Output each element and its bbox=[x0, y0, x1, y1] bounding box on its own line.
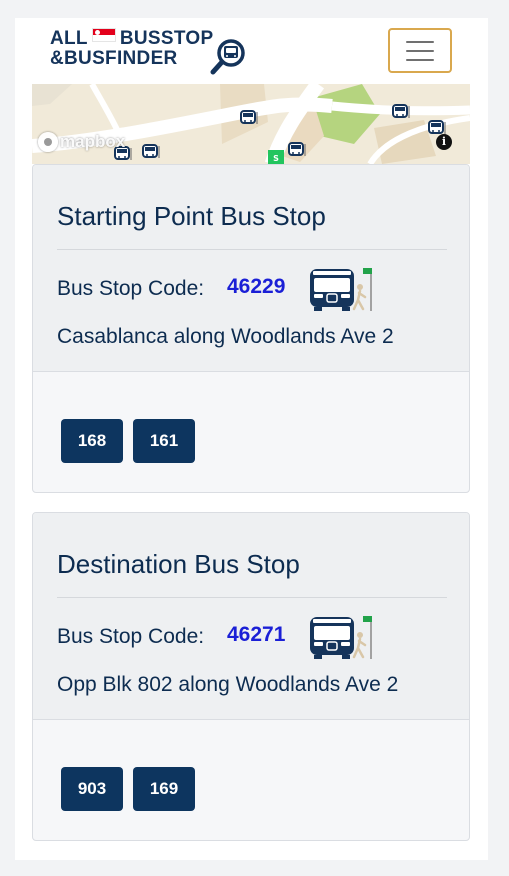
bus-stop-marker-icon[interactable] bbox=[142, 144, 164, 160]
mapbox-icon bbox=[38, 132, 58, 152]
brand-line-1: ALL BUSSTOP bbox=[50, 28, 213, 49]
navbar: ALL BUSSTOP &BUSFINDER bbox=[15, 18, 488, 84]
brand-line-2: &BUSFINDER bbox=[50, 48, 178, 69]
page-container: ALL BUSSTOP &BUSFINDER S mapbox i Starti… bbox=[15, 18, 488, 860]
bus-stop-code-link[interactable]: 46229 bbox=[227, 275, 285, 299]
divider bbox=[57, 249, 447, 250]
bus-service-button[interactable]: 903 bbox=[61, 767, 123, 811]
mapbox-wordmark: mapbox bbox=[60, 132, 126, 151]
bus-services-list: 903 169 bbox=[61, 767, 195, 811]
bus-stop-marker-icon[interactable] bbox=[240, 110, 262, 126]
bus-stop-icon bbox=[310, 268, 372, 311]
starting-stop-title: Starting Point Bus Stop bbox=[57, 201, 326, 231]
bus-stop-code-link[interactable]: 46271 bbox=[227, 623, 285, 647]
destination-stop-card: Destination Bus Stop Bus Stop Code: 4627… bbox=[32, 512, 470, 841]
divider bbox=[57, 597, 447, 598]
brand-logo[interactable]: ALL BUSSTOP &BUSFINDER bbox=[50, 26, 265, 84]
card-header: Starting Point Bus Stop Bus Stop Code: 4… bbox=[33, 165, 469, 372]
info-icon[interactable]: i bbox=[436, 134, 452, 150]
bus-stop-name: Opp Blk 802 along Woodlands Ave 2 bbox=[57, 673, 399, 696]
starting-stop-card: Starting Point Bus Stop Bus Stop Code: 4… bbox=[32, 164, 470, 493]
bus-service-button[interactable]: 168 bbox=[61, 419, 123, 463]
card-header: Destination Bus Stop Bus Stop Code: 4627… bbox=[33, 513, 469, 720]
bus-search-icon bbox=[210, 39, 245, 75]
svg-text:S: S bbox=[273, 154, 279, 163]
singapore-flag-icon bbox=[91, 28, 116, 42]
brand-word-all: ALL bbox=[50, 28, 88, 49]
bus-service-button[interactable]: 161 bbox=[133, 419, 195, 463]
bus-stop-marker-icon[interactable] bbox=[392, 104, 414, 120]
bus-services-list: 168 161 bbox=[61, 419, 195, 463]
brand-word-busstop: BUSSTOP bbox=[119, 28, 214, 49]
bus-stop-icon bbox=[310, 616, 372, 659]
destination-stop-title: Destination Bus Stop bbox=[57, 549, 300, 579]
bus-stop-marker-icon[interactable] bbox=[288, 142, 310, 158]
route-map[interactable]: S mapbox i bbox=[32, 84, 470, 164]
bus-service-button[interactable]: 169 bbox=[133, 767, 195, 811]
mapbox-logo[interactable]: mapbox bbox=[38, 132, 125, 152]
hamburger-menu-icon[interactable] bbox=[388, 28, 452, 73]
bus-stop-code-label: Bus Stop Code: bbox=[57, 277, 205, 300]
bus-stop-code-label: Bus Stop Code: bbox=[57, 625, 205, 648]
bus-stop-name: Casablanca along Woodlands Ave 2 bbox=[57, 325, 394, 348]
